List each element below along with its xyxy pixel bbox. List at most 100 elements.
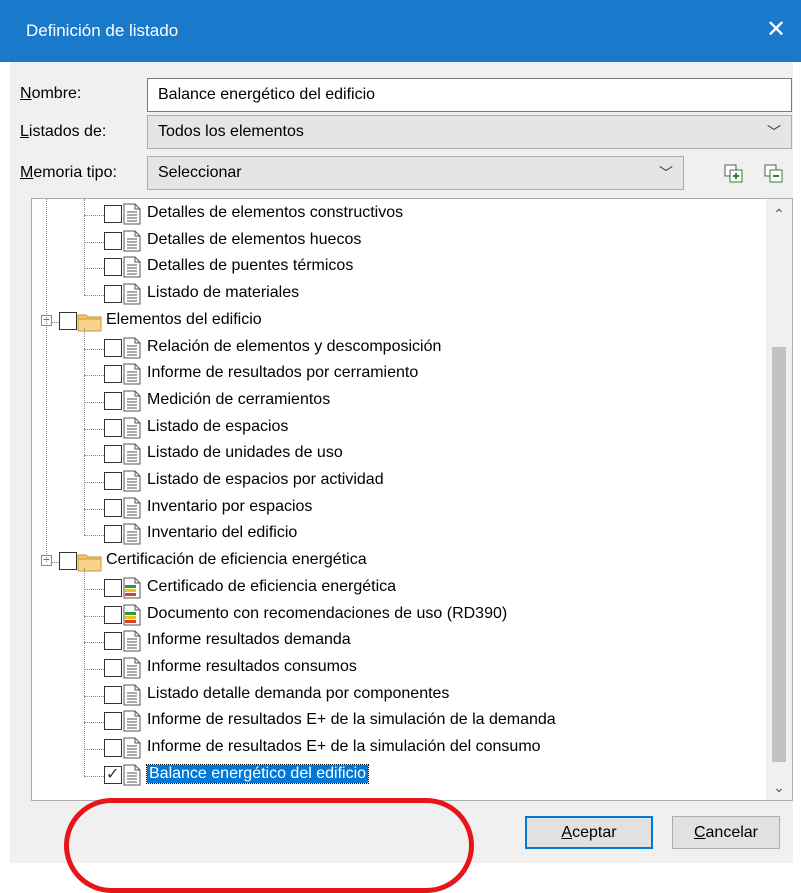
checkbox[interactable] (104, 205, 122, 223)
checkbox[interactable] (104, 764, 122, 784)
listados-label: Listados de: (20, 123, 107, 140)
checkbox[interactable] (59, 311, 77, 330)
energy-certificate-icon (123, 577, 141, 599)
tree-guide-line (84, 568, 85, 776)
document-icon (123, 764, 141, 786)
tree-connector (84, 775, 104, 777)
tree-item-label: Inventario por espacios (147, 497, 313, 515)
listados-select[interactable]: Todos los elementos ﹀ (147, 115, 792, 149)
tree-connector (84, 588, 104, 590)
tree-connector (52, 321, 59, 323)
tree-item-listado-detalle-demanda-por-componentes[interactable]: Listado detalle demanda por componentes (32, 683, 762, 709)
checkbox[interactable] (104, 472, 122, 490)
tree-item-medicion-de-cerramientos[interactable]: Medición de cerramientos (32, 389, 762, 415)
tree-item-detalles-de-elementos-constructivos[interactable]: Detalles de elementos constructivos (32, 202, 762, 228)
checkbox[interactable] (104, 578, 122, 597)
nombre-input[interactable]: Balance energético del edificio (147, 78, 792, 112)
checkbox[interactable] (104, 391, 122, 410)
tree-item-listado-de-materiales[interactable]: Listado de materiales (32, 282, 762, 308)
tree-item-informe-de-resultados-e-de-la-simulacion-del-consumo[interactable]: Informe de resultados E+ de la simulació… (32, 736, 762, 762)
document-icon (123, 630, 141, 652)
vertical-scrollbar[interactable]: ⌃ ⌄ (766, 199, 792, 800)
tree-item-informe-de-resultados-por-cerramiento[interactable]: Informe de resultados por cerramiento (32, 362, 762, 388)
tree-item-documento-con-recomendaciones-de-uso-rd390[interactable]: Documento con recomendaciones de uso (RD… (32, 603, 762, 629)
checkbox[interactable] (104, 418, 122, 437)
checkbox[interactable] (104, 445, 122, 464)
tree-item-inventario-por-espacios[interactable]: Inventario por espacios (32, 496, 762, 522)
tree-item-label: Elementos del edificio (106, 310, 262, 328)
tree-connector (84, 348, 104, 350)
checkbox[interactable] (104, 498, 122, 517)
tree-item-relacion-de-elementos-y-descomposicion[interactable]: Relación de elementos y descomposición (32, 336, 762, 362)
aceptar-button[interactable]: Aceptar (525, 816, 653, 849)
nombre-label: Nombre: (20, 85, 82, 102)
tree-connector (84, 455, 104, 457)
checkbox[interactable] (104, 231, 122, 250)
checkbox[interactable] (104, 258, 122, 277)
tree-folder-elementos-del-edificio[interactable]: − Elementos del edificio (32, 309, 762, 335)
document-icon (123, 443, 141, 465)
tree-folder-certificacion-de-eficiencia-energetica[interactable]: − Certificación de eficiencia energética (32, 549, 762, 575)
checkbox[interactable] (104, 605, 122, 624)
tree-connector (84, 401, 104, 403)
scroll-down-icon[interactable]: ⌄ (766, 774, 792, 800)
document-icon (123, 710, 141, 732)
tree-connector (84, 722, 104, 724)
checkbox[interactable] (104, 632, 122, 651)
tree-item-label: Detalles de elementos huecos (147, 230, 362, 248)
checkbox[interactable] (104, 658, 122, 677)
tree-guide-line (84, 199, 85, 296)
tree-item-informe-resultados-demanda[interactable]: Informe resultados demanda (32, 629, 762, 655)
chevron-down-icon: ﹀ (659, 165, 673, 181)
document-icon (123, 230, 141, 252)
tree-item-label: Informe resultados demanda (147, 631, 351, 649)
add-copy-icon[interactable] (724, 164, 744, 184)
tree-item-label: Medición de cerramientos (147, 390, 331, 408)
tree-item-label: Certificado de eficiencia energética (147, 577, 397, 595)
chevron-down-icon: ﹀ (767, 124, 781, 140)
energy-certificate-icon (123, 604, 141, 626)
document-icon (123, 363, 141, 385)
checkbox[interactable] (104, 365, 122, 384)
checkbox[interactable] (104, 712, 122, 731)
tree-guide-line (84, 327, 85, 536)
close-icon[interactable]: ✕ (761, 14, 791, 46)
tree-connector (84, 749, 104, 750)
checkbox[interactable] (59, 552, 77, 571)
tree-item-certificado-de-eficiencia-energetica[interactable]: Certificado de eficiencia energética (32, 576, 762, 602)
checkbox[interactable] (104, 739, 122, 757)
checkbox[interactable] (104, 685, 122, 704)
document-icon (123, 523, 141, 545)
memoria-select[interactable]: Seleccionar ﹀ (147, 156, 684, 190)
annotation-ellipse (64, 798, 474, 893)
tree-item-label: Certificación de eficiencia energética (106, 551, 367, 569)
dialog-body: Nombre: Balance energético del edificio … (10, 62, 793, 893)
cancelar-button[interactable]: Cancelar (672, 816, 780, 849)
tree-item-detalles-de-elementos-huecos[interactable]: Detalles de elementos huecos (32, 229, 762, 255)
tree-item-inventario-del-edificio[interactable]: Inventario del edificio (32, 522, 762, 548)
tree-item-label: Informe de resultados E+ de la simulació… (147, 738, 541, 755)
remove-copy-icon[interactable] (764, 164, 784, 184)
tree-item-informe-de-resultados-e-de-la-simulacion-de-la-demanda[interactable]: Informe de resultados E+ de la simulació… (32, 709, 762, 735)
tree-item-label: Listado de materiales (147, 284, 300, 302)
title-bar: Definición de listado ✕ (0, 0, 801, 62)
document-icon (123, 256, 141, 278)
tree-item-detalles-de-puentes-termicos[interactable]: Detalles de puentes térmicos (32, 255, 762, 281)
tree-item-listado-de-espacios[interactable]: Listado de espacios (32, 416, 762, 442)
document-icon (123, 203, 141, 225)
tree-item-listado-de-unidades-de-uso[interactable]: Listado de unidades de uso (32, 442, 762, 468)
tree-item-label: Informe de resultados E+ de la simulació… (147, 711, 556, 729)
tree-item-informe-resultados-consumos[interactable]: Informe resultados consumos (32, 656, 762, 682)
tree-item-listado-de-espacios-por-actividad[interactable]: Listado de espacios por actividad (32, 469, 762, 495)
checkbox[interactable] (104, 525, 122, 544)
scrollbar-thumb[interactable] (772, 347, 786, 762)
document-icon (123, 497, 141, 519)
report-tree[interactable]: ⌃ ⌄ Detalles de elementos constructivos D… (31, 198, 793, 801)
checkbox[interactable] (104, 285, 122, 304)
tree-connector (84, 241, 104, 243)
scroll-up-icon[interactable]: ⌃ (766, 201, 792, 227)
document-icon (123, 283, 141, 305)
tree-item-balance-energetico-del-edificio[interactable]: Balance energético del edificio (32, 763, 762, 789)
checkbox[interactable] (104, 338, 122, 357)
tree-item-label: Listado de unidades de uso (147, 444, 343, 462)
